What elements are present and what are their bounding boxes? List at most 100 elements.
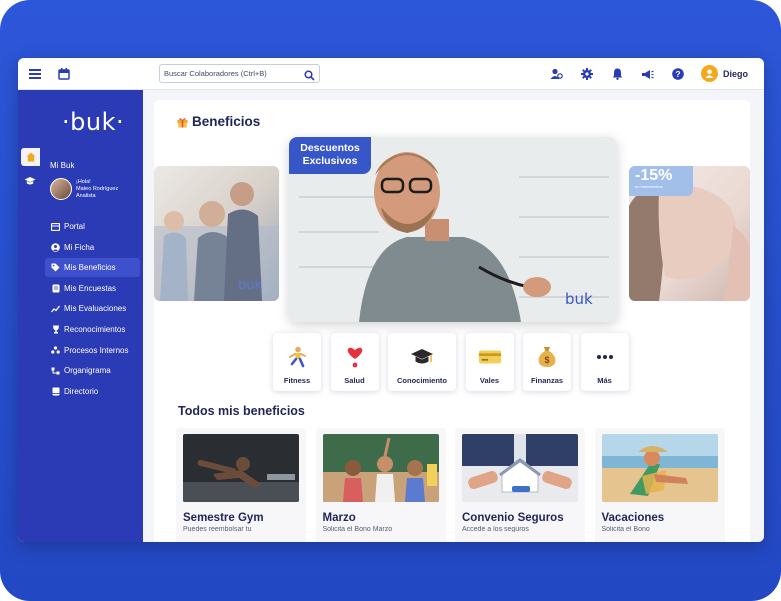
gear-icon[interactable] [579, 66, 595, 82]
sidebar-item-label: Procesos Internos [64, 345, 129, 355]
page-title-text: Beneficios [192, 114, 261, 129]
portal-icon [51, 222, 60, 231]
sidebar-item-mi-ficha[interactable]: Mi Ficha [45, 238, 140, 257]
profile-name: Mateo Rodríguez [76, 185, 119, 192]
chart-icon [51, 304, 60, 313]
sidebar-nav: Portal Mi Ficha Mis Beneficios Mis Encue… [45, 217, 140, 402]
benefit-card-marzo[interactable]: Marzo Solicita el Bono Marzo [315, 428, 446, 542]
sidebar-item-reconocimientos[interactable]: Reconocimientos [45, 320, 140, 339]
category-label: Fitness [283, 376, 311, 385]
search-box[interactable] [159, 64, 320, 83]
section-title: Todos mis beneficios [178, 404, 305, 418]
more-icon [593, 345, 617, 369]
category-conocimiento[interactable]: Conocimiento [388, 333, 456, 391]
carousel-slide-left[interactable]: buk [154, 166, 279, 301]
svg-text:$: $ [544, 355, 549, 365]
process-icon [51, 346, 60, 355]
graduation-cap-icon[interactable] [23, 174, 37, 188]
card-description: Solicita el Bono [601, 526, 650, 532]
avatar [50, 178, 72, 200]
card-description: Puedes reembolsar tu [183, 526, 252, 532]
buk-logo[interactable]: ·buk· [62, 108, 124, 136]
app-window: ? Diego ·buk· Mi Buk [18, 58, 764, 542]
runner-icon [285, 345, 309, 369]
profile-role: Analista [76, 192, 96, 199]
sidebar-item-portal[interactable]: Portal [45, 217, 140, 236]
heart-icon [343, 345, 367, 369]
trophy-icon [51, 325, 60, 334]
bell-icon[interactable] [609, 66, 625, 82]
slide-watermark-left: buk [238, 278, 263, 293]
svg-text:?: ? [675, 69, 680, 79]
card-description: Solicita el Bono Marzo [322, 526, 393, 532]
sidebar-item-organigrama[interactable]: Organigrama [45, 361, 140, 380]
card-title: Convenio Seguros [462, 512, 564, 524]
beach-photo [601, 434, 718, 502]
category-fitness[interactable]: Fitness [273, 333, 321, 391]
menu-icon[interactable] [27, 66, 43, 82]
benefit-cards: Semestre Gym Puedes reembolsar tu Marzo … [176, 428, 734, 542]
home-icon[interactable] [21, 148, 40, 166]
sidebar-item-label: Mis Encuestas [64, 283, 117, 293]
sidebar-item-directorio[interactable]: Directorio [45, 382, 140, 401]
category-mas[interactable]: Más [580, 333, 629, 391]
graduation-cap-icon [410, 345, 434, 369]
discount-percent-badge: -15% en tratamientos [629, 166, 693, 196]
category-salud[interactable]: Salud [330, 333, 379, 391]
classroom-photo [322, 434, 439, 502]
category-row: Fitness Salud Conocimiento Vales $ Finan… [273, 333, 638, 391]
category-vales[interactable]: Vales [465, 333, 514, 391]
ticket-icon [478, 345, 502, 369]
money-bag-icon: $ [535, 345, 559, 369]
user-circle-icon [51, 242, 60, 252]
help-icon[interactable]: ? [670, 66, 686, 82]
icon-rail [18, 90, 42, 542]
category-label: Salud [344, 376, 365, 385]
main-area: Beneficios buk Descuentos Exclusivos buk… [143, 90, 764, 542]
card-title: Vacaciones [601, 512, 665, 524]
category-finanzas[interactable]: $ Finanzas [523, 333, 571, 391]
survey-icon [51, 284, 60, 293]
carousel-slide-main[interactable]: Descuentos Exclusivos buk [289, 137, 617, 322]
benefit-card-gym[interactable]: Semestre Gym Puedes reembolsar tu [176, 428, 306, 542]
user-icon [701, 65, 718, 82]
category-label: Finanzas [530, 376, 564, 385]
card-title: Semestre Gym [183, 512, 264, 524]
card-title: Marzo [322, 512, 356, 524]
profile-card[interactable]: ¡Hola! Mateo Rodríguez Analista [50, 178, 118, 200]
megaphone-icon[interactable] [639, 66, 655, 82]
sidebar-section-label: Mi Buk [50, 161, 75, 170]
slide-watermark-main: buk [565, 290, 593, 308]
percent-caption: en tratamientos [635, 184, 663, 189]
sidebar-item-procesos-internos[interactable]: Procesos Internos [45, 341, 140, 360]
category-label: Conocimiento [397, 376, 447, 385]
tag-icon [51, 263, 60, 272]
benefit-card-vacaciones[interactable]: Vacaciones Solicita el Bono [594, 428, 725, 542]
sidebar-item-label: Reconocimientos [64, 324, 126, 334]
search-icon[interactable] [304, 68, 315, 81]
carousel-slide-right[interactable]: -15% en tratamientos [629, 166, 750, 301]
people-icon[interactable] [548, 66, 564, 82]
category-label: Más [597, 376, 612, 385]
percent-value: -15% [635, 167, 673, 184]
calendar-icon[interactable] [56, 66, 72, 82]
outer-frame: ? Diego ·buk· Mi Buk [0, 0, 781, 601]
search-input[interactable] [160, 65, 300, 82]
sidebar-item-label: Directorio [64, 386, 99, 396]
org-chart-icon [51, 366, 60, 375]
sidebar-item-mis-evaluaciones[interactable]: Mis Evaluaciones [45, 299, 140, 318]
sidebar-item-mis-beneficios[interactable]: Mis Beneficios [45, 258, 140, 278]
book-icon [51, 387, 60, 396]
benefit-card-seguros[interactable]: Convenio Seguros Accede a los seguros [455, 428, 585, 542]
content-panel: Beneficios buk Descuentos Exclusivos buk… [154, 100, 750, 542]
sidebar-item-label: Portal [64, 222, 85, 231]
card-description: Accede a los seguros [462, 526, 529, 532]
sidebar-item-label: Mi Ficha [64, 242, 95, 252]
user-menu[interactable]: Diego [701, 65, 748, 82]
insurance-photo [462, 434, 578, 502]
category-label: Vales [479, 376, 500, 385]
top-bar: ? Diego [18, 58, 764, 90]
sidebar-item-mis-encuestas[interactable]: Mis Encuestas [45, 279, 140, 298]
sidebar: ·buk· Mi Buk ¡Hola! Mateo Rodríguez Anal… [42, 90, 143, 542]
sidebar-item-label: Mis Beneficios [64, 263, 116, 273]
